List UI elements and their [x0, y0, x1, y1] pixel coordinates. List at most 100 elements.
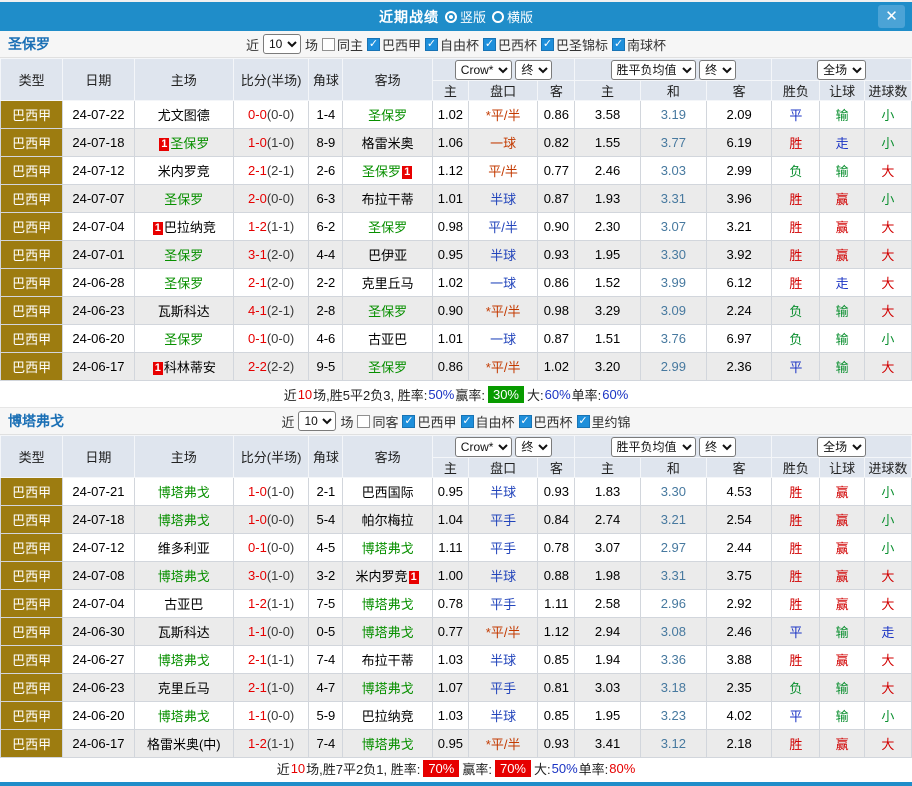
win-draw-lose-average-select[interactable]: 胜平负均值: [611, 60, 696, 80]
red-card-badge: 1: [402, 166, 412, 179]
handicap-result-cell: 输: [820, 674, 864, 702]
avg-draw-cell: 3.30: [640, 478, 706, 506]
handicap-cell: 半球: [468, 478, 537, 506]
avg-lose-cell: 2.18: [706, 730, 771, 758]
league-checkbox-巴西杯[interactable]: ✓巴西杯: [519, 412, 573, 431]
away-team-name: 博塔弗戈: [362, 737, 414, 752]
handicap-cell: 平手: [468, 674, 537, 702]
home-column-header: 主场: [134, 436, 233, 478]
league-checkbox-里约锦[interactable]: ✓里约锦: [577, 412, 631, 431]
odds-away-cell: 0.85: [538, 702, 575, 730]
handicap-cell: 半球: [468, 702, 537, 730]
avg-lose-cell: 3.92: [706, 241, 771, 269]
odds-away-cell: 0.93: [538, 241, 575, 269]
league-checkbox-南球杯[interactable]: ✓南球杯: [612, 35, 666, 54]
final-odds-select[interactable]: 终: [515, 60, 552, 80]
handicap-cell: 一球: [468, 129, 537, 157]
odds-away-cell: 0.85: [538, 646, 575, 674]
radio-vertical-layout[interactable]: 竖版: [445, 7, 486, 26]
goals-result-cell: 小: [864, 185, 911, 213]
league-cell: 巴西甲: [1, 185, 63, 213]
away-team-name: 古亚巴: [368, 332, 407, 347]
away-team-name: 布拉干蒂: [362, 653, 414, 668]
league-checkbox-巴圣锦标[interactable]: ✓巴圣锦标: [541, 35, 608, 54]
league-cell: 巴西甲: [1, 157, 63, 185]
win-draw-lose-average-select[interactable]: 胜平负均值: [611, 437, 696, 457]
league-cell: 巴西甲: [1, 129, 63, 157]
handicap-result-cell: 赢: [820, 534, 864, 562]
date-cell: 24-06-20: [63, 702, 134, 730]
red-card-badge: 1: [159, 138, 169, 151]
away-team-name: 圣保罗: [362, 164, 401, 179]
same-venue-checkbox[interactable]: 同客: [357, 412, 398, 431]
half-time-score: (2-1): [267, 163, 294, 178]
league-cell: 巴西甲: [1, 478, 63, 506]
away-team-name: 帕尔梅拉: [362, 513, 414, 528]
summary-segment: 场,胜5平2负3, 胜率:: [313, 385, 427, 404]
date-cell: 24-07-04: [63, 213, 134, 241]
league-checkbox-巴西甲[interactable]: ✓巴西甲: [402, 412, 456, 431]
home-team-cell: 1巴拉纳竞: [134, 213, 233, 241]
league-checkbox-自由杯[interactable]: ✓自由杯: [461, 412, 515, 431]
final-avg-select[interactable]: 终: [699, 60, 736, 80]
avg-draw-cell: 3.36: [640, 646, 706, 674]
score-cell: 3-1(2-0): [233, 241, 308, 269]
results-table: 类型日期主场比分(半场)角球客场Crow* 终 胜平负均值 终 全场 主盘口客主…: [0, 58, 912, 381]
avg-win-cell: 2.58: [575, 590, 640, 618]
final-odds-select[interactable]: 终: [515, 437, 552, 457]
odds-company-select[interactable]: Crow*: [455, 60, 512, 80]
avg-draw-cell: 3.12: [640, 730, 706, 758]
summary-segment: 单率:: [572, 385, 602, 404]
sub-column-header: 客: [706, 458, 771, 478]
away-team-cell: 博塔弗戈: [343, 674, 432, 702]
away-team-cell: 博塔弗戈: [343, 534, 432, 562]
full-time-score: 1-2: [248, 219, 267, 234]
odds-away-cell: 1.12: [538, 618, 575, 646]
home-team-cell: 博塔弗戈: [134, 506, 233, 534]
full-match-select[interactable]: 全场: [817, 60, 866, 80]
sub-column-header: 让球: [820, 81, 864, 101]
close-button[interactable]: ✕: [878, 5, 905, 28]
away-team-cell: 博塔弗戈: [343, 590, 432, 618]
summary-segment: 80%: [609, 761, 635, 776]
match-count-select[interactable]: 10: [263, 34, 301, 54]
date-cell: 24-07-22: [63, 101, 134, 129]
away-team-cell: 圣保罗1: [343, 157, 432, 185]
radio-horizontal-layout[interactable]: 横版: [492, 7, 533, 26]
odds-home-cell: 0.95: [432, 730, 468, 758]
half-time-score: (2-1): [267, 303, 294, 318]
league-checkbox-自由杯[interactable]: ✓自由杯: [425, 35, 479, 54]
score-column-header: 比分(半场): [233, 436, 308, 478]
summary-segment: 70%: [495, 760, 531, 777]
close-icon: ✕: [885, 9, 898, 24]
date-cell: 24-07-04: [63, 590, 134, 618]
home-team-name: 克里丘马: [158, 681, 210, 696]
corner-cell: 7-4: [309, 646, 343, 674]
handicap-cell: 一球: [468, 325, 537, 353]
avg-lose-cell: 3.96: [706, 185, 771, 213]
final-avg-select[interactable]: 终: [699, 437, 736, 457]
result-cell: 胜: [772, 646, 820, 674]
avg-lose-cell: 2.44: [706, 534, 771, 562]
goals-result-cell: 大: [864, 674, 911, 702]
checkbox-icon: ✓: [541, 38, 554, 51]
league-checkbox-巴西甲[interactable]: ✓巴西甲: [367, 35, 421, 54]
sub-column-header: 胜负: [772, 458, 820, 478]
same-venue-checkbox[interactable]: 同主: [322, 35, 363, 54]
sub-column-header: 盘口: [468, 81, 537, 101]
score-cell: 1-0(1-0): [233, 129, 308, 157]
match-count-select[interactable]: 10: [298, 411, 336, 431]
score-column-header: 比分(半场): [233, 59, 308, 101]
match-row: 巴西甲24-07-08博塔弗戈3-0(1-0)3-2米内罗竞11.00半球0.8…: [1, 562, 912, 590]
full-match-select[interactable]: 全场: [817, 437, 866, 457]
home-team-name: 瓦斯科达: [158, 625, 210, 640]
league-checkbox-巴西杯[interactable]: ✓巴西杯: [483, 35, 537, 54]
away-team-name: 博塔弗戈: [362, 681, 414, 696]
sub-column-header: 客: [706, 81, 771, 101]
checkbox-icon: ✓: [519, 415, 532, 428]
avg-lose-cell: 3.88: [706, 646, 771, 674]
match-row: 巴西甲24-07-041巴拉纳竞1-2(1-1)6-2圣保罗0.98平/半0.9…: [1, 213, 912, 241]
avg-win-cell: 1.95: [575, 702, 640, 730]
date-column-header: 日期: [63, 436, 134, 478]
odds-company-select[interactable]: Crow*: [455, 437, 512, 457]
